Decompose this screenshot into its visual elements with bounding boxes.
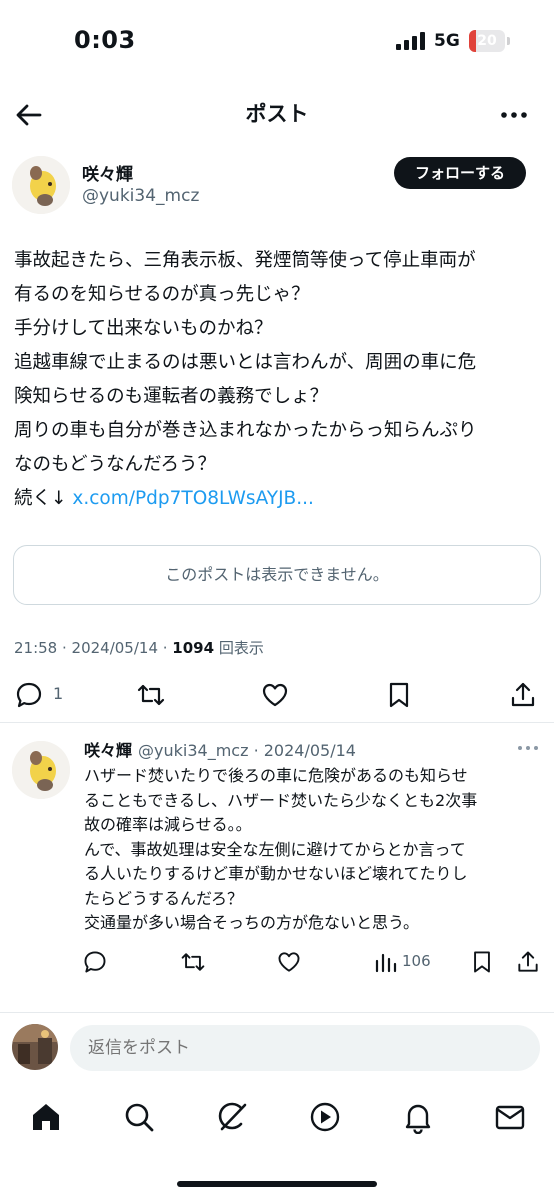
- continue-label: 続く↓: [14, 488, 67, 509]
- reply-more-icon[interactable]: [515, 742, 541, 754]
- author-avatar[interactable]: [12, 156, 70, 214]
- avatar-photo: [12, 1024, 58, 1070]
- reply-author-avatar[interactable]: [12, 741, 70, 799]
- post-text-line: なのもどうなんだろう？: [14, 454, 217, 475]
- reply-icon[interactable]: [82, 949, 108, 975]
- reply-action-bar: 106: [0, 946, 554, 980]
- reply-text-line: る人いたりするけど車が動かせないほど壊れてたりし: [84, 864, 468, 883]
- post-meta: 21:58 · 2024/05/14 · 1094 回表示: [14, 637, 264, 658]
- search-icon[interactable]: [122, 1100, 156, 1134]
- bottom-tab-bar: [0, 1096, 554, 1140]
- battery-level: 20: [477, 33, 497, 49]
- follow-button[interactable]: フォローする: [394, 157, 526, 189]
- status-time: 0:03: [74, 26, 136, 54]
- reply-text-line: 交通量が多い場合そっちの方が危ないと思う。: [84, 913, 420, 932]
- reply-text-line: たらどうするんだろ？: [84, 888, 244, 908]
- messages-icon[interactable]: [493, 1100, 527, 1134]
- avatar-illustration: [12, 156, 70, 214]
- post-body: 事故起きたら、三角表示板、発煙筒等使って停止車両が 有るのを知らせるのが真っ先じ…: [14, 244, 544, 516]
- grok-icon[interactable]: [215, 1100, 249, 1134]
- more-options-icon[interactable]: [496, 100, 532, 130]
- post-text-line: 手分けして出来ないものかね？: [14, 318, 273, 339]
- reply-body: ハザード焚いたりで後ろの車に危険があるのも知らせ ることもできるし、ハザード焚い…: [84, 764, 544, 936]
- top-bar: ポスト: [0, 84, 554, 144]
- author-handle[interactable]: @yuki34_mcz: [82, 186, 199, 206]
- post-action-bar: 1: [0, 674, 554, 716]
- post-text-line: 険知らせるのも運転者の義務でしょ？: [14, 386, 329, 407]
- my-avatar[interactable]: [12, 1024, 58, 1070]
- reply-icon[interactable]: [14, 680, 44, 710]
- post-text-line: 事故起きたら、三角表示板、発煙筒等使って停止車両が: [14, 250, 476, 271]
- unavailable-quote-card: このポストは表示できません。: [13, 545, 541, 605]
- divider: [0, 722, 554, 723]
- battery-tip: [507, 37, 510, 45]
- notifications-icon[interactable]: [401, 1100, 435, 1134]
- reply-header: 咲々輝 @yuki34_mcz · 2024/05/14: [84, 737, 356, 761]
- home-indicator: [177, 1181, 377, 1187]
- reply-count: 1: [53, 684, 64, 703]
- post-text-line: 追越車線で止まるのは悪いとは言わんが、周囲の車に危: [14, 352, 477, 373]
- view-count: 1094: [172, 639, 215, 657]
- reply-text-line: ることもできるし、ハザード焚いたら少なくとも2次事: [84, 790, 478, 810]
- share-icon[interactable]: [508, 680, 538, 710]
- post-text-line: 周りの車も自分が巻き込まれなかったからっ知らんぷり: [14, 420, 477, 441]
- status-bar: 0:03 5G 20: [0, 0, 554, 84]
- reply-meta: @yuki34_mcz · 2024/05/14: [138, 741, 356, 760]
- reply-input[interactable]: [70, 1025, 540, 1071]
- author-name[interactable]: 咲々輝: [82, 160, 133, 185]
- divider: [0, 1012, 554, 1013]
- share-icon[interactable]: [515, 949, 541, 975]
- post-timestamp: 21:58 · 2024/05/14 ·: [14, 639, 173, 657]
- bookmark-icon[interactable]: [469, 949, 495, 975]
- signal-icon: [396, 32, 425, 50]
- video-icon[interactable]: [308, 1100, 342, 1134]
- like-icon[interactable]: [260, 680, 290, 710]
- battery-icon: 20: [469, 30, 505, 52]
- repost-icon[interactable]: [136, 680, 166, 710]
- reply-author-name[interactable]: 咲々輝: [84, 741, 132, 760]
- avatar-illustration: [12, 741, 70, 799]
- reply-view-count: 106: [402, 952, 431, 970]
- post-text-line: 有るのを知らせるのが真っ先じゃ？: [14, 284, 310, 305]
- reply-text-line: ハザード焚いたりで後ろの車に危険があるのも知らせ: [84, 766, 468, 785]
- home-icon[interactable]: [29, 1100, 63, 1134]
- analytics-icon[interactable]: [373, 949, 399, 975]
- bookmark-icon[interactable]: [384, 680, 414, 710]
- like-icon[interactable]: [276, 949, 302, 975]
- page-title: ポスト: [245, 102, 309, 126]
- network-label: 5G: [434, 31, 460, 51]
- reply-text-line: 故の確率は減らせる。。: [84, 815, 252, 834]
- post-link[interactable]: x.com/Pdp7TO8LWsAYJB...: [72, 488, 313, 509]
- reply-text-line: んで、事故処理は安全な左側に避けてからとか言って: [84, 839, 466, 859]
- repost-icon[interactable]: [180, 949, 206, 975]
- views-label: 回表示: [214, 639, 264, 657]
- post-continue-line: 続く↓ x.com/Pdp7TO8LWsAYJB...: [14, 482, 544, 516]
